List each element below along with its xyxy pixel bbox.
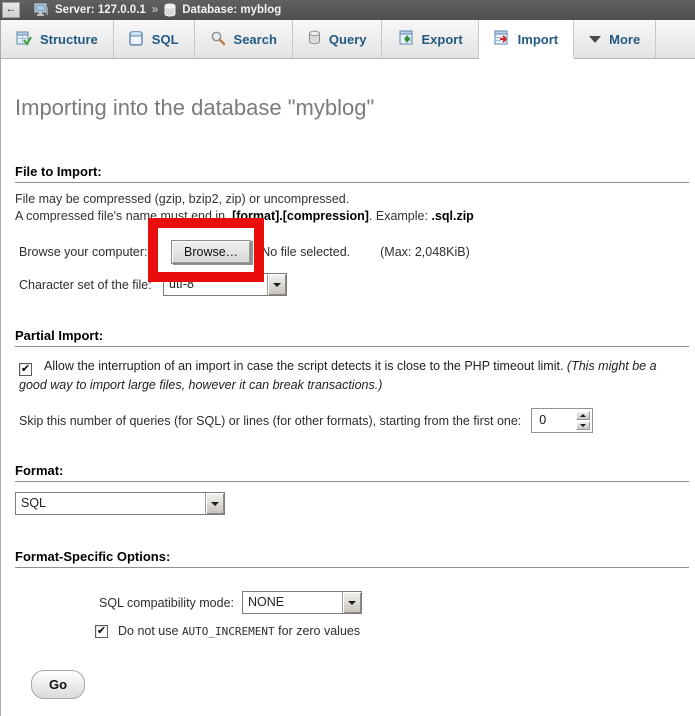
structure-icon [16,30,32,49]
go-button[interactable]: Go [31,670,85,699]
charset-row: Character set of the file: utf-8 [15,273,689,296]
charset-label: Character set of the file: [19,278,163,292]
file-import-help: File may be compressed (gzip, bzip2, zip… [15,191,689,225]
sql-compatibility-row: SQL compatibility mode: NONE [15,590,689,615]
spinner-up-button[interactable] [576,411,590,420]
tab-label: Export [421,32,462,47]
tabbar-filler [656,20,695,58]
tab-more[interactable]: More [574,20,656,58]
skip-queries-value: 0 [532,409,574,432]
tab-bar: Structure SQL Search Query Export [1,20,695,59]
charset-select[interactable]: utf-8 [163,273,287,296]
sql-compatibility-value: NONE [243,592,342,613]
breadcrumb-database[interactable]: Database: myblog [182,4,281,16]
tab-search[interactable]: Search [195,20,293,58]
search-icon [210,30,226,49]
skip-queries-input[interactable]: 0 [531,408,593,433]
section-partial-import: Partial Import: [15,328,689,347]
no-file-selected-text: No file selected. [261,245,350,259]
tab-label: SQL [152,32,179,47]
tab-label: Structure [40,32,98,47]
tab-label: Search [234,32,277,47]
auto-increment-checkbox[interactable]: ✔ [95,625,108,638]
tab-label: Import [518,32,558,47]
server-icon [34,3,49,17]
tab-label: More [609,32,640,47]
spinner-down-button[interactable] [576,421,590,430]
auto-increment-row: ✔ Do not use AUTO_INCREMENT for zero val… [15,624,689,638]
browse-button[interactable]: Browse… [171,240,251,264]
compression-line: File may be compressed (gzip, bzip2, zip… [15,191,689,208]
breadcrumb-separator: » [152,4,158,16]
dropdown-arrow-icon[interactable] [205,493,224,514]
format-select[interactable]: SQL [15,492,225,515]
back-arrow-button[interactable]: ← [2,2,20,18]
tab-query[interactable]: Query [293,20,383,58]
import-icon [494,30,510,49]
skip-queries-label: Skip this number of queries (for SQL) or… [19,414,521,428]
import-page: Importing into the database "myblog" Fil… [1,94,695,699]
dropdown-arrow-icon[interactable] [267,274,286,295]
browse-row: Browse your computer: Browse… No file se… [15,239,689,265]
sql-icon [129,30,144,49]
query-icon [308,30,321,48]
sql-compatibility-label: SQL compatibility mode: [99,596,234,610]
allow-interruption-checkbox[interactable]: ✔ [19,363,32,376]
tab-import[interactable]: Import [479,20,574,58]
browse-label: Browse your computer: [19,245,171,259]
export-icon [397,30,413,49]
tab-export[interactable]: Export [382,20,478,58]
section-file-to-import: File to Import: [15,164,689,183]
allow-interruption-row: ✔ Allow the interruption of an import in … [15,357,681,394]
breadcrumb-bar: ← Server: 127.0.0.1 » Database: myblog [0,0,695,20]
allow-interruption-label: Allow the interruption of an import in c… [44,359,567,373]
skip-queries-row: Skip this number of queries (for SQL) or… [15,408,689,433]
dropdown-arrow-icon[interactable] [342,592,361,613]
max-size-note: (Max: 2,048KiB) [380,245,470,259]
format-value: SQL [16,493,205,514]
charset-value: utf-8 [164,274,267,295]
tab-label: Query [329,32,367,47]
tab-structure[interactable]: Structure [1,20,114,58]
chevron-down-icon [589,36,601,43]
auto-increment-label: Do not use AUTO_INCREMENT for zero value… [118,624,360,638]
sql-compatibility-select[interactable]: NONE [242,591,362,614]
page-title: Importing into the database "myblog" [15,94,689,121]
section-format: Format: [15,463,689,482]
section-format-specific-options: Format-Specific Options: [15,549,689,568]
filename-rule-line: A compressed file's name must end in .[f… [15,208,689,225]
breadcrumb-server[interactable]: Server: 127.0.0.1 [55,4,146,16]
database-icon [164,3,176,17]
tab-sql[interactable]: SQL [114,20,195,58]
number-spinner [574,409,592,432]
page-frame: Structure SQL Search Query Export [0,20,695,716]
